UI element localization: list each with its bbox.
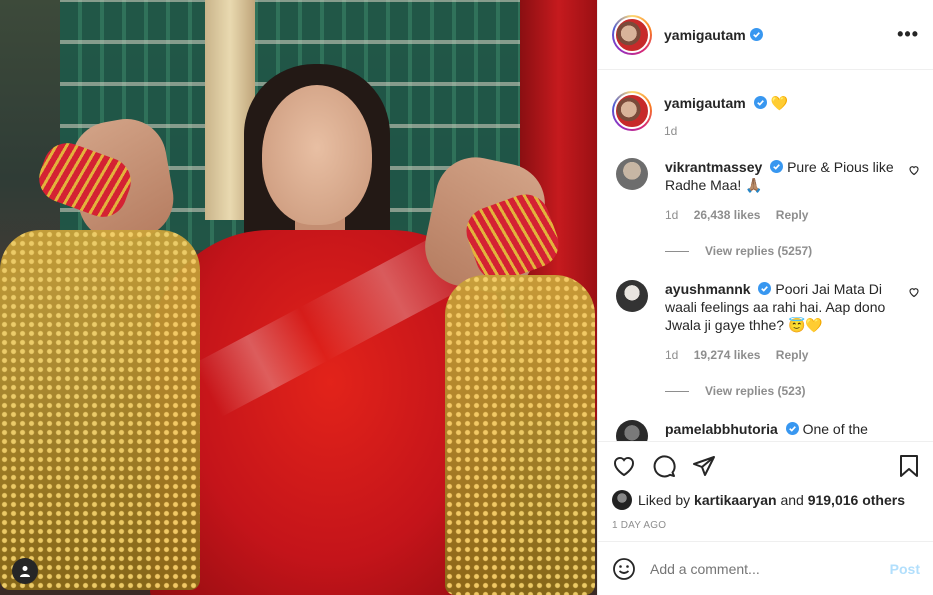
comment-input[interactable] [650,560,890,577]
photo-face [262,85,372,225]
save-bookmark-icon[interactable] [898,454,920,478]
post-actions: Liked by kartikaaryan and 919,016 others… [598,441,933,541]
tagged-user-icon[interactable] [12,558,38,584]
liked-by-avatar[interactable] [612,490,632,510]
comment-time[interactable]: 1d [665,208,678,222]
view-replies-button[interactable]: View replies (523) [665,384,920,398]
reply-button[interactable]: Reply [776,348,809,362]
liked-by-username[interactable]: kartikaaryan [694,492,777,508]
view-replies-line [665,390,689,392]
share-paper-plane-icon[interactable] [692,454,716,478]
comment-item: pamelabbhutoria One of the [612,420,920,441]
view-replies-label[interactable]: View replies (523) [705,384,806,398]
post-author-avatar[interactable] [612,14,652,55]
caption-avatar[interactable] [612,91,652,131]
commenter-avatar[interactable] [616,280,648,312]
comment-time[interactable]: 1d [665,348,678,362]
reply-button[interactable]: Reply [776,208,809,222]
post-photo[interactable] [0,0,597,595]
verified-badge-icon [753,96,767,109]
liked-by-line: Liked by kartikaaryan and 919,016 others [612,490,920,510]
post-timestamp[interactable]: 1 DAY AGO [612,520,920,531]
commenter-username[interactable]: vikrantmassey [665,159,762,175]
likes-count[interactable]: 919,016 others [808,492,905,508]
commenter-username[interactable]: ayushmannk [665,281,751,297]
comment-likes[interactable]: 26,438 likes [694,208,761,222]
post-header: yamigautam ••• [598,0,933,70]
more-options-icon[interactable]: ••• [897,24,919,45]
caption-text: 💛 [770,95,788,111]
comment-bubble-icon[interactable] [652,454,676,478]
like-heart-icon[interactable] [612,454,636,478]
caption-username[interactable]: yamigautam [664,95,746,111]
caption-time[interactable]: 1d [664,124,788,138]
comment-like-heart-icon[interactable] [908,164,920,176]
comment-text: One of the [802,421,868,437]
verified-badge-icon [785,422,799,435]
commenter-username[interactable]: pamelabbhutoria [665,421,778,437]
caption: yamigautam 💛 1d [612,71,920,138]
post-side-panel: yamigautam ••• yamigautam 💛 1d vikrantma… [597,0,933,595]
view-replies-button[interactable]: View replies (5257) [665,244,920,258]
view-replies-label[interactable]: View replies (5257) [705,244,812,258]
photo-kaleera-left [0,230,200,590]
verified-badge-icon [770,160,784,173]
commenter-avatar[interactable] [616,158,648,190]
comment-item: vikrantmassey Pure & Pious like Radhe Ma… [612,158,920,224]
verified-badge-icon [749,28,763,41]
verified-badge-icon [758,282,772,295]
post-author-username[interactable]: yamigautam [664,27,746,43]
comment-item: ayushmannk Poori Jai Mata Di waali feeli… [612,280,920,364]
post-comment-button[interactable]: Post [890,561,920,577]
liked-by-prefix: Liked by [638,492,691,508]
comment-likes[interactable]: 19,274 likes [694,348,761,362]
liked-by-and: and [780,492,804,508]
photo-kaleera-right [445,275,595,595]
comment-like-heart-icon[interactable] [908,286,920,298]
emoji-icon[interactable] [612,557,636,581]
commenter-avatar[interactable] [616,420,648,441]
view-replies-line [665,250,689,252]
comments-list[interactable]: yamigautam 💛 1d vikrantmassey Pure & Pio… [598,71,933,441]
add-comment-bar: Post [598,541,933,595]
